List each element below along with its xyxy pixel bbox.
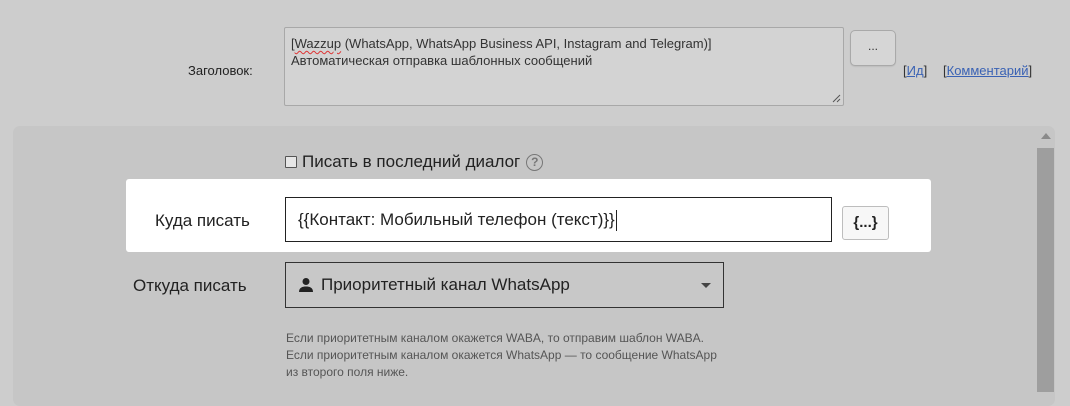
resize-grip-icon[interactable] (831, 93, 841, 103)
where-label: Куда писать (155, 211, 250, 230)
comment-link-group: [Комментарий] (943, 63, 1033, 78)
scroll-up-icon[interactable] (1041, 133, 1051, 139)
hint-line: Если приоритетным каналом окажется WABA,… (286, 331, 705, 345)
chevron-down-icon (701, 283, 711, 288)
from-select[interactable]: Приоритетный канал WhatsApp (285, 262, 724, 308)
title-line-2: Автоматическая отправка шаблонных сообще… (291, 53, 593, 68)
from-hint: Если приоритетным каналом окажется WABA,… (286, 330, 717, 381)
last-dialog-checkbox[interactable] (285, 156, 297, 168)
from-selected-value: Приоритетный канал WhatsApp (321, 275, 570, 294)
where-input[interactable]: {{Контакт: Мобильный телефон (текст)}} (285, 197, 832, 242)
insert-variable-button[interactable]: {...} (842, 206, 889, 240)
text-caret (615, 210, 617, 232)
last-dialog-option[interactable]: Писать в последний диалог ? (285, 152, 544, 172)
comment-link[interactable]: Комментарий (947, 63, 1029, 78)
title-label: Заголовок: (188, 63, 253, 78)
last-dialog-label: Писать в последний диалог (302, 152, 521, 171)
title-line-1: [Wazzup (WhatsApp, WhatsApp Business API… (291, 36, 712, 51)
from-label: Откуда писать (133, 276, 247, 295)
help-icon[interactable]: ? (526, 153, 544, 171)
user-icon (299, 278, 313, 292)
hint-line: Если приоритетным каналом окажется Whats… (286, 348, 717, 362)
title-options-button[interactable]: ... (850, 30, 896, 66)
hint-line: из второго поля ниже. (286, 365, 409, 379)
scrollbar-thumb[interactable] (1037, 148, 1054, 392)
id-link[interactable]: Ид (907, 63, 924, 78)
title-textarea[interactable]: [Wazzup (WhatsApp, WhatsApp Business API… (284, 27, 844, 106)
spellcheck-word: Wazzup (294, 36, 342, 51)
id-link-group: [Ид] (903, 63, 928, 78)
